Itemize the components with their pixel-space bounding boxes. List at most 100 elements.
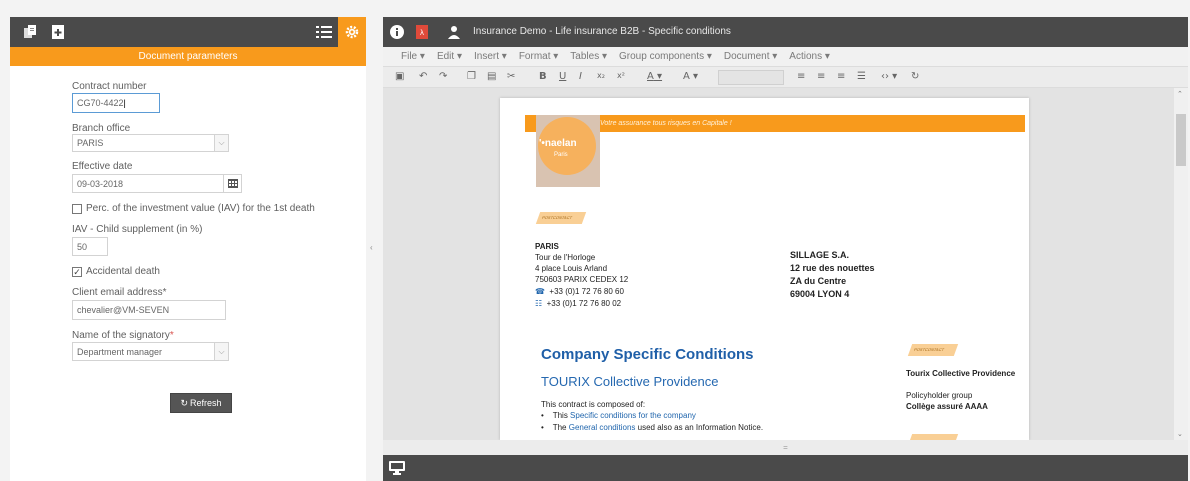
menu-edit[interactable]: Edit ▾	[437, 51, 462, 62]
redo-icon[interactable]: ↷	[439, 71, 447, 82]
highlight-color-button[interactable]: A ▾	[683, 71, 698, 82]
pdf-icon[interactable]: λ	[413, 17, 431, 47]
logo-subtext: Paris	[554, 152, 568, 158]
align-right-icon[interactable]: ≡	[837, 71, 845, 82]
menu-document-label: Document	[723, 51, 770, 62]
scrollbar-thumb[interactable]	[1176, 114, 1186, 166]
superscript-button[interactable]: x²	[617, 71, 625, 80]
editor-window: λ Insurance Demo - Life insurance B2B - …	[383, 17, 1188, 481]
list-icon[interactable]	[314, 17, 334, 47]
sender-fax-text: +33 (0)1 72 76 80 02	[546, 299, 622, 308]
paste-icon[interactable]: ▤	[487, 71, 496, 82]
side-group-label: Policyholder group	[906, 391, 973, 400]
iav-child-label: IAV - Child supplement (in %)	[72, 224, 203, 235]
accidental-death-label: Accidental death	[86, 266, 160, 277]
code-view-icon[interactable]: ‹› ▾	[881, 71, 897, 82]
menu-actions[interactable]: Actions ▾	[789, 51, 830, 62]
font-size-select[interactable]	[718, 70, 784, 85]
justify-icon[interactable]: ☰	[857, 71, 866, 82]
menu-file[interactable]: File ▾	[401, 51, 425, 62]
parameters-panel: Document parameters Contract number CG70…	[10, 17, 366, 481]
sender-line1: Tour de l'Horloge	[535, 253, 596, 262]
font-color-button[interactable]: A ▾	[647, 71, 662, 82]
undo-icon[interactable]: ↶	[419, 71, 427, 82]
cut-icon[interactable]: ✂	[507, 71, 515, 82]
format-toolbar: ▣ ↶ ↷ ❐ ▤ ✂ B U I x₂ x² A ▾ A ▾ ≡ ≡ ≡ ☰ …	[383, 66, 1188, 88]
side-group-value: Collège assuré AAAA	[906, 402, 988, 411]
sender-city: PARIS	[535, 242, 559, 251]
underline-button[interactable]: U	[559, 71, 566, 82]
bullet2-suffix: used also as an Information Notice.	[635, 423, 764, 432]
sender-fax: ☷ +33 (0)1 72 76 80 02	[535, 299, 621, 308]
collapse-panel-handle[interactable]: ‹	[370, 243, 373, 252]
align-left-icon[interactable]: ≡	[797, 71, 805, 82]
iav-checkbox-label: Perc. of the investment value (IAV) for …	[86, 203, 315, 214]
bullet-general-conditions: • The General conditions used also as an…	[541, 423, 764, 432]
calendar-icon[interactable]	[223, 175, 241, 192]
document-editor[interactable]: Votre assurance tous risques en Capitale…	[383, 88, 1188, 440]
general-conditions-link[interactable]: General conditions	[569, 423, 636, 432]
menu-bar: File ▾ Edit ▾ Insert ▾ Format ▾ Tables ▾…	[383, 47, 1188, 66]
contract-number-input[interactable]: CG70-4422 |	[72, 93, 160, 113]
signatory-select[interactable]: Department manager ⌵	[72, 342, 229, 361]
copy-icon[interactable]: ❐	[467, 71, 476, 82]
client-email-label: Client email address*	[72, 287, 167, 298]
resize-handle[interactable]: =	[383, 440, 1188, 455]
menu-file-label: File	[401, 51, 418, 62]
subscript-button[interactable]: x₂	[597, 71, 605, 80]
branch-office-label: Branch office	[72, 123, 131, 134]
branch-office-value: PARIS	[77, 138, 104, 148]
document-page[interactable]: Votre assurance tous risques en Capitale…	[500, 98, 1029, 440]
menu-group-components-label: Group components	[619, 51, 705, 62]
effective-date-input[interactable]: 09-03-2018	[72, 174, 242, 193]
save-icon[interactable]: ▣	[395, 71, 404, 82]
bullet2-prefix: The	[552, 423, 569, 432]
logo-text-name: naelan	[544, 138, 577, 149]
iav-checkbox[interactable]	[72, 204, 82, 214]
refresh-button[interactable]: ↻ Refresh	[170, 393, 232, 413]
refresh-view-icon[interactable]: ↻	[911, 71, 919, 82]
bold-button[interactable]: B	[539, 71, 547, 82]
menu-document[interactable]: Document ▾	[724, 51, 777, 62]
iav-child-input[interactable]: 50	[72, 237, 108, 256]
menu-group-components[interactable]: Group components ▾	[619, 51, 712, 62]
scroll-up-icon[interactable]: ⌃	[1177, 90, 1183, 98]
bullet1-prefix: This	[552, 411, 571, 420]
settings-gear-icon[interactable]	[338, 17, 366, 47]
client-email-label-text: Client email address	[72, 287, 163, 298]
document-banner: Votre assurance tous risques en Capitale…	[525, 115, 1025, 132]
monitor-icon[interactable]	[389, 461, 405, 478]
users-icon[interactable]	[445, 17, 463, 47]
accidental-death-checkbox[interactable]: ✓	[72, 267, 82, 277]
italic-button[interactable]: I	[579, 71, 582, 82]
composed-intro: This contract is composed of:	[541, 400, 646, 409]
scroll-down-icon[interactable]: ⌄	[1177, 430, 1183, 438]
side-tag: POSTCONTACT	[907, 344, 959, 356]
info-icon[interactable]	[389, 17, 405, 47]
vertical-scrollbar[interactable]: ⌃ ⌄	[1174, 88, 1188, 440]
contract-number-value: CG70-4422	[77, 98, 124, 108]
branch-office-select[interactable]: PARIS ⌵	[72, 134, 229, 152]
menu-insert[interactable]: Insert ▾	[474, 51, 507, 62]
menu-tables[interactable]: Tables ▾	[570, 51, 607, 62]
chevron-down-icon: ⌵	[214, 343, 228, 360]
client-email-input[interactable]: chevalier@VM-SEVEN	[72, 300, 226, 320]
menu-tables-label: Tables	[570, 51, 600, 62]
signatory-value: Department manager	[77, 346, 163, 357]
side-product: Tourix Collective Providence	[906, 369, 1016, 378]
signatory-label: Name of the signatory*	[72, 330, 174, 341]
fax-icon: ☷	[535, 299, 543, 308]
document-title: Company Specific Conditions	[541, 346, 754, 363]
panel-header-title: Document parameters	[10, 47, 366, 66]
new-document-icon[interactable]	[50, 17, 66, 47]
menu-format[interactable]: Format ▾	[519, 51, 558, 62]
recipient-line3: 69004 LYON 4	[790, 289, 850, 299]
align-center-icon[interactable]: ≡	[817, 71, 825, 82]
menu-edit-label: Edit	[436, 51, 455, 62]
phone-icon: ☎	[535, 287, 545, 296]
section-tag: POSTCONTACT	[535, 212, 587, 224]
documents-icon[interactable]	[22, 17, 40, 47]
specific-conditions-link[interactable]: Specific conditions for the company	[570, 411, 696, 420]
recipient-line1: 12 rue des nouettes	[790, 263, 875, 273]
required-mark: *	[169, 330, 174, 341]
